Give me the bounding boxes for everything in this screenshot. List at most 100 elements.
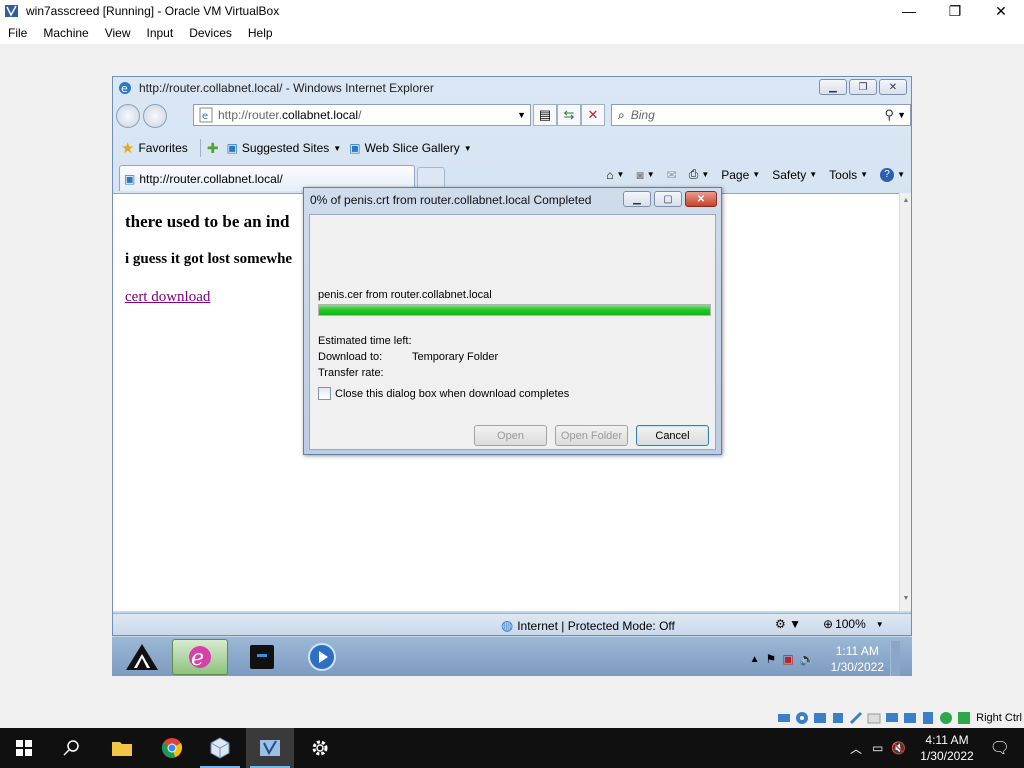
guest-screen: e http://router.collabnet.local/ - Windo…	[112, 76, 912, 676]
taskbar-settings[interactable]	[296, 728, 344, 768]
dialog-close-button[interactable]: ✕	[685, 191, 717, 207]
start-button[interactable]	[0, 728, 48, 768]
taskbar-app-media-player[interactable]	[294, 639, 350, 675]
forward-button[interactable]	[143, 104, 167, 128]
cert-download-link[interactable]: cert download	[125, 289, 210, 306]
notifications-icon[interactable]: 🗨	[990, 738, 1010, 758]
folder-icon	[112, 742, 132, 756]
zoom-control[interactable]: ⊕ 100% ▼	[823, 617, 884, 631]
menu-input[interactable]: Input	[139, 26, 182, 40]
host-clock[interactable]: 4:11 AM 1/30/2022	[920, 732, 973, 764]
ie-window-title: http://router.collabnet.local/ - Windows…	[139, 81, 434, 95]
estimated-time-row: Estimated time left:	[318, 335, 412, 347]
add-favorites-icon[interactable]: ✚	[207, 140, 219, 157]
scroll-down-icon[interactable]: ▼	[900, 595, 912, 607]
hard-disk-icon[interactable]	[776, 710, 792, 726]
volume-muted-icon[interactable]: 🔇	[891, 741, 906, 755]
open-button[interactable]: Open	[474, 425, 547, 446]
taskbar-file-explorer[interactable]	[98, 728, 146, 768]
ie-statusbar: ◍ Internet | Protected Mode: Off ⚙ ▼ ⊕ 1…	[113, 613, 911, 635]
download-file-name: penis.cer from router.collabnet.local	[318, 289, 492, 301]
keyboard-capture-icon[interactable]	[956, 710, 972, 726]
compatibility-view-icon[interactable]: ▤	[533, 104, 557, 126]
action-center-flag-icon[interactable]: ⚑	[766, 652, 777, 666]
volume-icon[interactable]: 🔈	[800, 652, 815, 666]
show-hidden-icons[interactable]: ▲	[750, 654, 760, 665]
menu-file[interactable]: File	[0, 26, 35, 40]
optical-drive-icon[interactable]	[794, 710, 810, 726]
taskbar-app-ie[interactable]: e	[172, 639, 228, 675]
suggested-sites-button[interactable]: ▣ Suggested Sites ▼	[227, 141, 342, 155]
web-slice-gallery-button[interactable]: ▣ Web Slice Gallery ▼	[349, 141, 471, 155]
maximize-button[interactable]: ❐	[932, 0, 978, 22]
ie-close-button[interactable]: ✕	[879, 79, 907, 95]
taskbar-app-launcher[interactable]	[114, 639, 170, 675]
ie-window: e http://router.collabnet.local/ - Windo…	[112, 76, 912, 636]
feeds-button[interactable]: ◙ ▼	[636, 168, 654, 182]
usb-icon[interactable]	[848, 710, 864, 726]
security-zone[interactable]: ◍ Internet | Protected Mode: Off	[501, 617, 675, 634]
search-icon[interactable]: ⚲	[884, 107, 894, 123]
close-button[interactable]: ✕	[978, 0, 1024, 22]
address-bar[interactable]: e http://router.collabnet.local/ ▼	[193, 104, 531, 126]
menu-devices[interactable]: Devices	[181, 26, 240, 40]
checkbox-box[interactable]	[318, 387, 331, 400]
triangle-logo-icon	[126, 644, 158, 670]
show-desktop-button[interactable]	[890, 641, 900, 676]
favorites-button[interactable]: ★ Favorites	[121, 139, 188, 157]
ie-minimize-button[interactable]: ▁	[819, 79, 847, 95]
refresh-icon[interactable]: ⇆	[557, 104, 581, 126]
display-icon[interactable]	[884, 710, 900, 726]
virtualbox-icon	[5, 5, 18, 17]
search-dropdown-icon[interactable]: ▼	[897, 110, 906, 120]
vt-x-icon[interactable]	[920, 710, 936, 726]
close-on-complete-checkbox[interactable]: Close this dialog box when download comp…	[318, 387, 569, 400]
menu-help[interactable]: Help	[240, 26, 281, 40]
stop-icon[interactable]: ✕	[581, 104, 605, 126]
guest-clock[interactable]: 1:11 AM 1/30/2022	[831, 643, 884, 675]
network-icon[interactable]: ▭	[872, 741, 883, 755]
search-box[interactable]: ⌕ Bing ⚲ ▼	[611, 104, 911, 126]
add-ons-icon[interactable]: ⚙ ▼	[775, 617, 801, 631]
menu-machine[interactable]: Machine	[35, 26, 96, 40]
cancel-button[interactable]: Cancel	[636, 425, 709, 446]
svg-text:e: e	[202, 111, 208, 122]
windows-logo-icon	[16, 740, 32, 756]
print-button[interactable]: ⎙ ▼	[689, 167, 710, 182]
tools-menu[interactable]: Tools ▼	[829, 168, 868, 182]
taskbar-vm-window[interactable]	[246, 728, 294, 768]
network-icon[interactable]: ▣	[782, 652, 793, 666]
network-adapter-icon[interactable]	[830, 710, 846, 726]
dialog-maximize-button[interactable]: ▢	[654, 191, 682, 207]
taskbar-app-drive[interactable]	[234, 639, 290, 675]
menu-view[interactable]: View	[97, 26, 139, 40]
home-button[interactable]: ⌂ ▼	[606, 168, 624, 182]
svg-text:e: e	[191, 646, 204, 671]
help-button[interactable]: ? ▼	[880, 167, 905, 182]
page-menu[interactable]: Page ▼	[721, 168, 760, 182]
vertical-scrollbar[interactable]: ▲ ▼	[899, 193, 911, 611]
show-hidden-icons-chevron[interactable]: ︿	[850, 740, 862, 757]
drive-icon	[250, 645, 274, 669]
taskbar-chrome[interactable]	[148, 728, 196, 768]
ie-restore-button[interactable]: ❐	[849, 79, 877, 95]
dialog-title: 0% of penis.crt from router.collabnet.lo…	[310, 193, 592, 207]
audio-icon[interactable]	[812, 710, 828, 726]
home-icon: ⌂	[606, 167, 614, 182]
back-button[interactable]	[116, 104, 140, 128]
minimize-button[interactable]: —	[886, 0, 932, 22]
shared-folders-icon[interactable]	[866, 710, 882, 726]
dialog-minimize-button[interactable]: ▁	[623, 191, 651, 207]
scroll-up-icon[interactable]: ▲	[900, 197, 912, 209]
gear-icon	[312, 740, 328, 756]
read-mail-button[interactable]: ✉	[667, 168, 677, 182]
safety-menu[interactable]: Safety ▼	[772, 168, 817, 182]
search-button[interactable]	[48, 728, 96, 768]
taskbar-virtualbox-manager[interactable]	[196, 728, 244, 768]
open-folder-button[interactable]: Open Folder	[555, 425, 628, 446]
mouse-integration-icon[interactable]	[938, 710, 954, 726]
recording-icon[interactable]	[902, 710, 918, 726]
page-icon: ▣	[124, 171, 136, 186]
address-dropdown-icon[interactable]: ▼	[517, 110, 526, 120]
globe-icon: ◍	[501, 617, 514, 633]
